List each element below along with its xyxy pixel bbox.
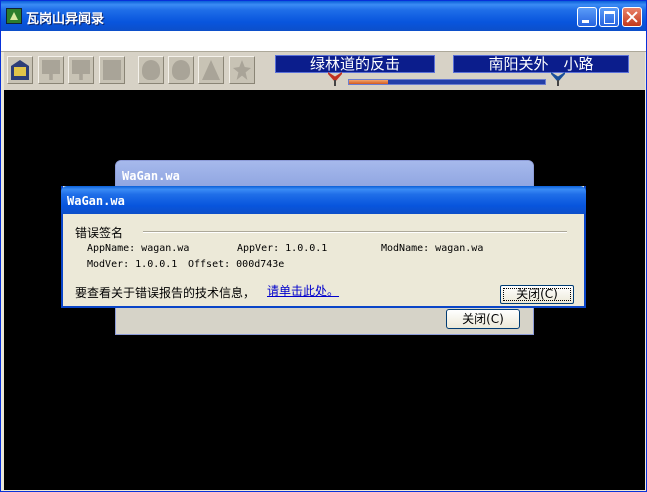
info-text: 要查看关于错误报告的技术信息， (75, 286, 256, 300)
red-flag-icon (328, 72, 342, 86)
close-icon (623, 8, 641, 26)
party-icon (72, 60, 90, 80)
system-button[interactable] (168, 56, 194, 84)
status-button[interactable] (99, 56, 125, 84)
progress-meter (348, 79, 546, 85)
settings-icon (233, 60, 251, 80)
close-button[interactable]: 关闭(C) (500, 285, 574, 304)
app-name-value: AppName: wagan.wa (87, 243, 190, 254)
city-gate-button[interactable] (7, 56, 33, 84)
close-window-button[interactable] (622, 7, 642, 27)
error-report-dialog: WaGan.wa 错误签名 AppName: wagan.wa AppVer: … (61, 186, 586, 308)
item-icon (142, 60, 160, 80)
party-button[interactable] (68, 56, 94, 84)
game-toolbar: 绿林道的反击 南阳关外 小路 (4, 52, 645, 90)
progress-meter-fill (349, 80, 389, 84)
dialog-title[interactable]: WaGan.wa (61, 186, 586, 214)
background-close-button[interactable]: 关闭(C) (446, 309, 520, 329)
map-button[interactable] (198, 56, 224, 84)
settings-button[interactable] (229, 56, 255, 84)
character-button[interactable] (38, 56, 64, 84)
maximize-button[interactable] (599, 7, 619, 27)
maximize-icon (600, 8, 618, 26)
mod-name-value: ModName: wagan.wa (381, 243, 484, 254)
offset-value: Offset: 000d743e (188, 259, 285, 270)
signature-divider (143, 231, 567, 233)
details-link[interactable]: 请单击此处。 (267, 282, 339, 299)
city-gate-icon (11, 60, 29, 80)
minimize-button[interactable] (577, 7, 597, 27)
title-bar[interactable]: 瓦岗山异闻录 (1, 1, 646, 31)
character-icon (42, 60, 60, 80)
window-title: 瓦岗山异闻录 (26, 12, 105, 27)
item-button[interactable] (138, 56, 164, 84)
minimize-icon (578, 8, 596, 26)
error-signature-label: 错误签名 (75, 226, 124, 240)
chapter-title: 绿林道的反击 (275, 55, 435, 73)
system-icon (172, 60, 190, 80)
app-ver-value: AppVer: 1.0.0.1 (237, 243, 328, 254)
app-icon[interactable] (6, 8, 22, 24)
status-icon (103, 60, 121, 80)
background-dialog-title[interactable]: WaGan.wa (116, 161, 533, 189)
blue-flag-icon (551, 72, 565, 86)
menu-bar (1, 31, 646, 52)
map-icon (202, 60, 220, 80)
mod-ver-value: ModVer: 1.0.0.1 (87, 259, 178, 270)
location-label: 南阳关外 小路 (453, 55, 629, 73)
